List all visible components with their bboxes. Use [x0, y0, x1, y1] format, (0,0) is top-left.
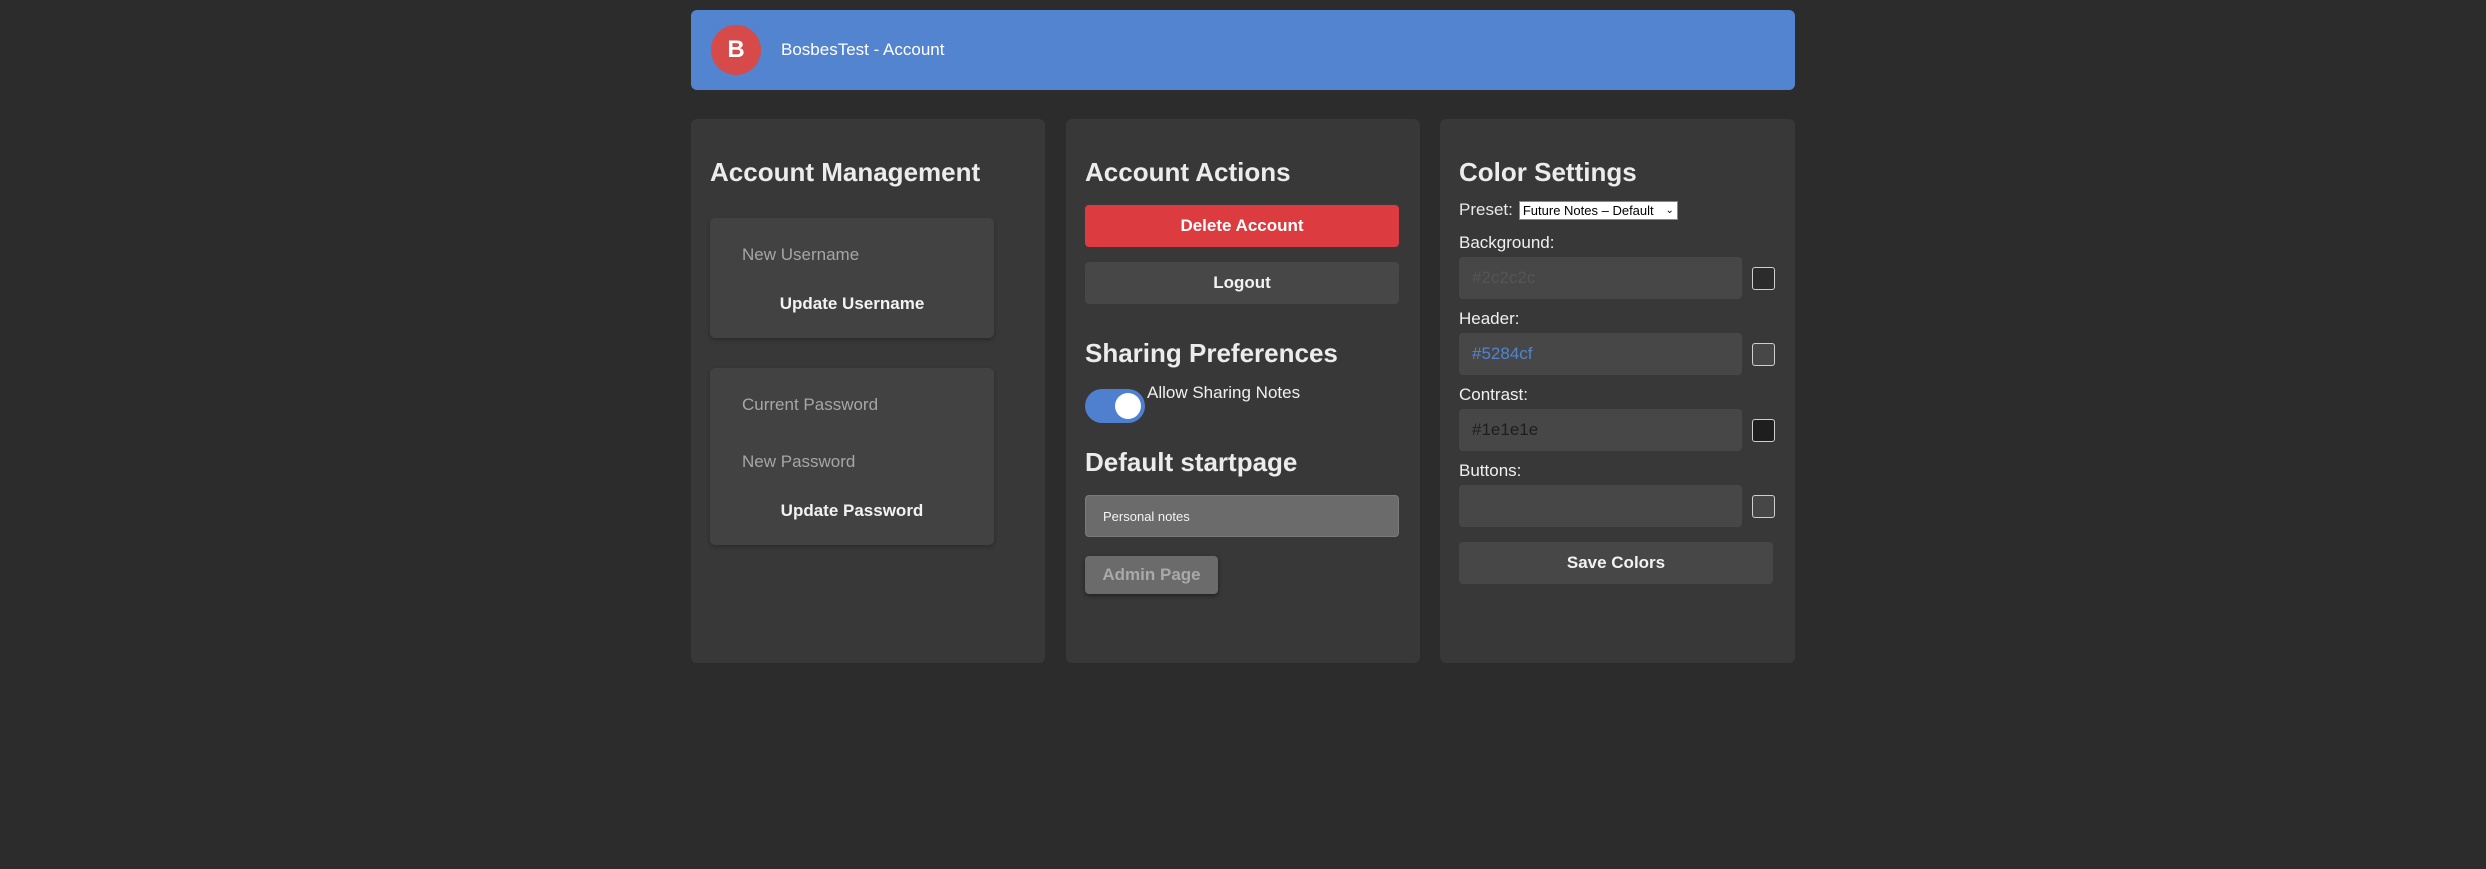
chevron-down-icon: ⌄ [1665, 204, 1674, 216]
preset-selected-value: Future Notes – Default [1522, 202, 1654, 218]
header-color-value: #5284cf [1472, 344, 1533, 363]
allow-sharing-row: Allow Sharing Notes [1085, 383, 1401, 423]
account-actions-heading: Account Actions [1085, 157, 1291, 187]
startpage-select[interactable]: Personal notes [1085, 495, 1399, 537]
sharing-preferences-heading: Sharing Preferences [1085, 338, 1338, 368]
header-color-group: Header: #5284cf [1459, 309, 1776, 375]
update-username-button[interactable]: Update Username [742, 284, 962, 324]
preset-row: Preset: Future Notes – Default ⌄ [1459, 200, 1776, 220]
contrast-color-value: #1e1e1e [1472, 420, 1539, 439]
new-password-input[interactable] [710, 439, 994, 485]
contrast-color-input[interactable]: #1e1e1e [1459, 409, 1742, 451]
contrast-color-label: Contrast: [1459, 385, 1528, 404]
startpage-selected-value: Personal notes [1103, 508, 1190, 524]
background-color-input[interactable]: #2c2c2c [1459, 257, 1742, 299]
header-color-swatch[interactable] [1752, 342, 1775, 366]
allow-sharing-toggle[interactable] [1085, 389, 1145, 423]
default-startpage-heading: Default startpage [1085, 447, 1298, 477]
account-actions-card: Account Actions Delete Account Logout Sh… [1066, 119, 1420, 663]
top-header: B BosbesTest - Account [691, 10, 1795, 90]
update-password-button[interactable]: Update Password [742, 491, 962, 531]
username-panel: Update Username [710, 218, 994, 338]
background-color-value: #2c2c2c [1472, 268, 1536, 287]
page-title: BosbesTest - Account [781, 40, 945, 59]
save-colors-button[interactable]: Save Colors [1459, 542, 1773, 584]
background-color-label: Background: [1459, 233, 1555, 252]
preset-label: Preset: [1459, 200, 1513, 219]
buttons-color-input[interactable] [1459, 485, 1742, 527]
color-settings-card: Color Settings Preset: Future Notes – De… [1440, 119, 1795, 663]
password-panel: Update Password [710, 368, 994, 545]
new-username-input[interactable] [710, 232, 994, 278]
toggle-knob [1115, 393, 1141, 419]
header-color-input[interactable]: #5284cf [1459, 333, 1742, 375]
buttons-color-label: Buttons: [1459, 461, 1522, 480]
allow-sharing-label: Allow Sharing Notes [1147, 383, 1301, 402]
background-color-group: Background: #2c2c2c [1459, 233, 1776, 299]
delete-account-button[interactable]: Delete Account [1085, 205, 1399, 247]
admin-page-button[interactable]: Admin Page [1085, 556, 1218, 594]
current-password-input[interactable] [710, 382, 994, 428]
contrast-color-group: Contrast: #1e1e1e [1459, 385, 1776, 451]
buttons-color-group: Buttons: [1459, 461, 1776, 527]
logout-button[interactable]: Logout [1085, 262, 1399, 304]
header-color-label: Header: [1459, 309, 1520, 328]
account-management-card: Account Management Update Username Updat… [691, 119, 1045, 663]
color-settings-heading: Color Settings [1459, 157, 1637, 187]
background-color-swatch[interactable] [1752, 266, 1775, 290]
buttons-color-swatch[interactable] [1752, 494, 1775, 518]
preset-select[interactable]: Future Notes – Default ⌄ [1518, 200, 1678, 220]
account-management-heading: Account Management [710, 157, 981, 187]
contrast-color-swatch[interactable] [1752, 418, 1775, 442]
avatar[interactable]: B [711, 25, 761, 75]
